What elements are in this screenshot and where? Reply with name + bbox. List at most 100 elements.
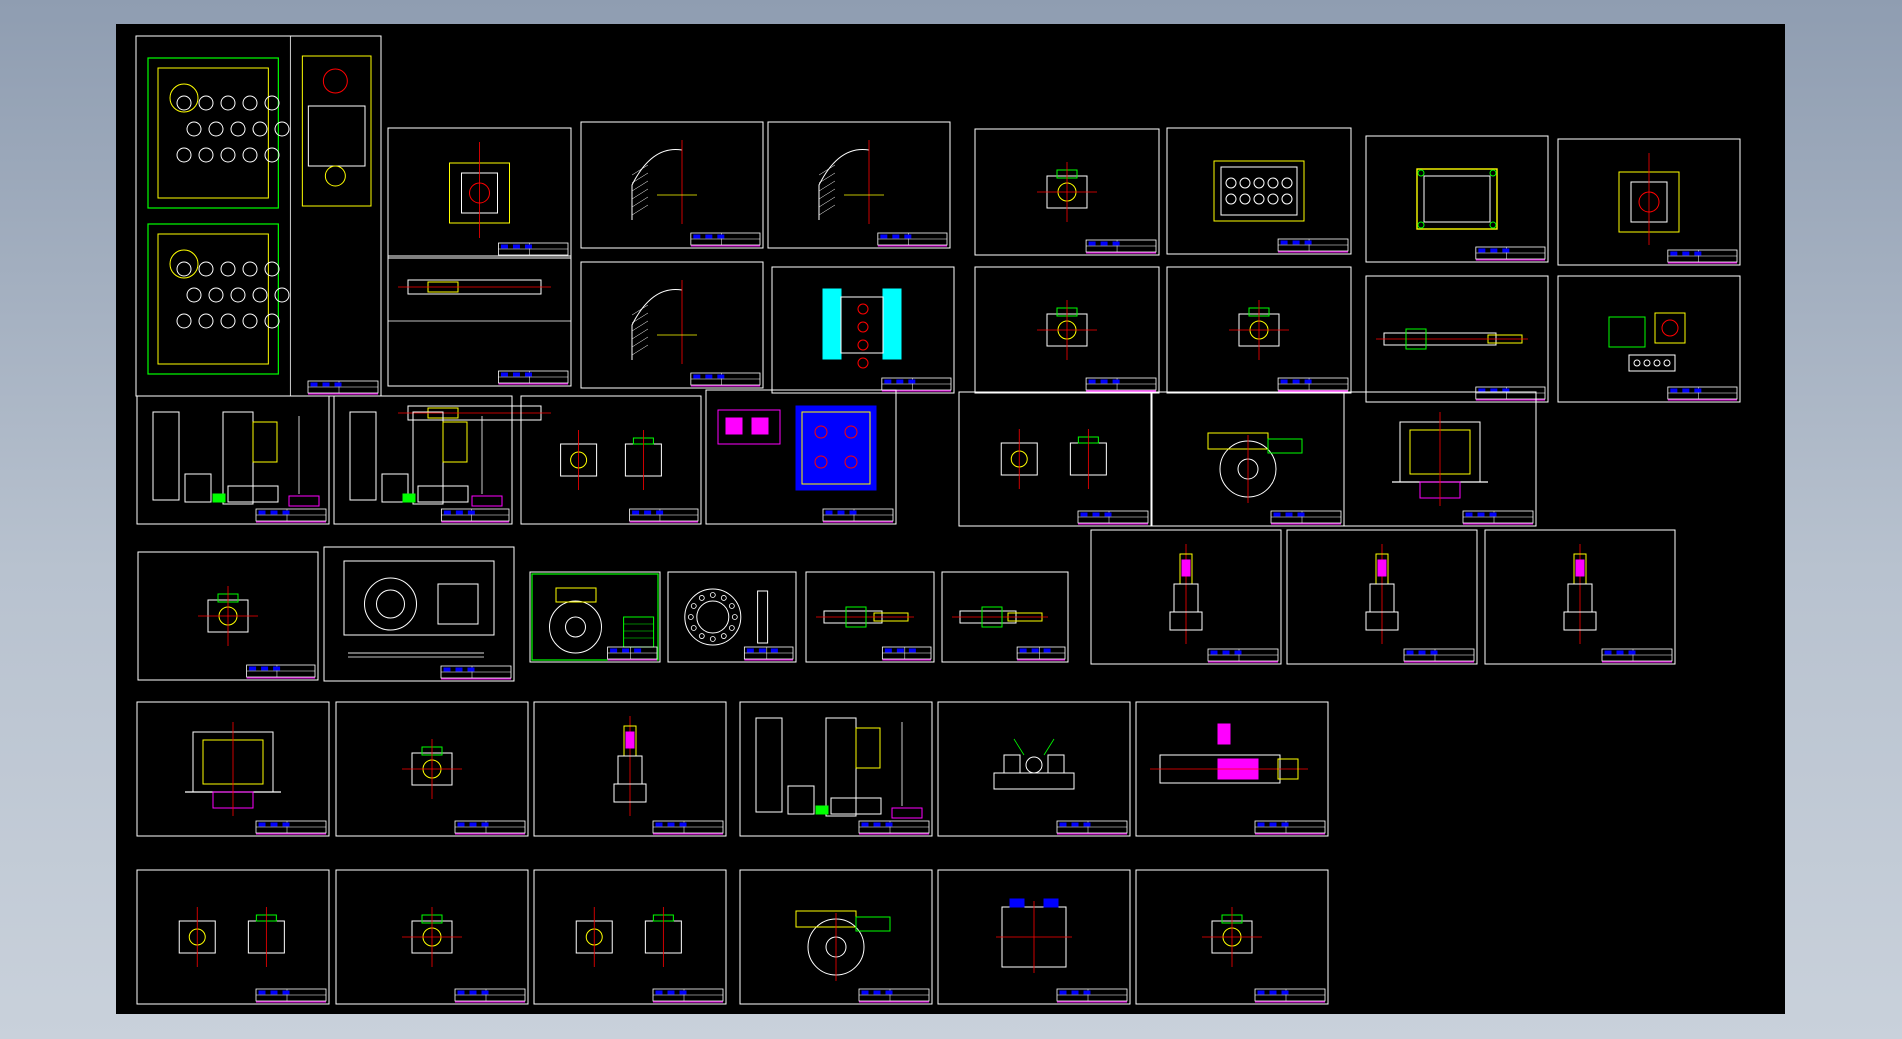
title-block-mark [758,648,766,653]
drawing-sheet[interactable] [1166,127,1352,255]
cad-model-space[interactable] [116,24,1785,1014]
drawing-sheet[interactable] [580,121,764,249]
drawing-line [1003,754,1021,774]
title-block-mark [1059,990,1067,995]
drawing-sheet[interactable] [937,701,1131,837]
sheet-border [1557,275,1741,403]
title-block-mark [693,374,701,379]
title-block-mark [896,648,904,653]
drawing-circle [728,625,735,631]
title-block-mark [908,648,916,653]
drawing-circle [1417,169,1425,177]
drawing-sheet[interactable] [136,869,330,1005]
drawing-sheet[interactable] [941,571,1069,663]
title-block-mark [849,510,857,515]
title-block-mark [1043,648,1051,653]
drawing-circle [220,261,236,277]
drawing-sheet[interactable] [387,127,572,259]
drawing-sheet[interactable] [323,546,515,682]
drawing-circle [264,95,280,111]
drawing-circle [1633,359,1641,367]
drawing-sheet[interactable] [1135,869,1329,1005]
drawing-line [795,405,877,491]
drawing-sheet[interactable] [705,389,897,525]
sheet-border [520,395,702,525]
title-block-mark [1019,648,1027,653]
title-block-mark [717,374,725,379]
hatch-line [631,180,649,192]
drawing-sheet[interactable] [1151,391,1345,527]
drawing-sheet[interactable] [387,255,572,421]
drawing-sheet[interactable] [136,395,330,525]
drawing-sheet[interactable] [805,571,935,663]
drawing-circle [252,287,268,303]
title-block-mark [1502,248,1510,253]
title-block-mark [1285,512,1293,517]
drawing-line [1220,166,1298,216]
title-block-mark [455,510,463,515]
drawing-circle [857,357,869,369]
title-block-mark [270,822,278,827]
drawing-circle [1225,177,1237,189]
title-block-mark [746,648,754,653]
drawing-sheet[interactable] [135,35,382,397]
title-block-mark [770,648,778,653]
drawing-sheet[interactable] [1135,701,1329,837]
drawing-sheet[interactable] [533,701,727,837]
title-block-mark [1418,650,1426,655]
drawing-sheet[interactable] [667,571,797,663]
drawing-sheet[interactable] [137,551,319,681]
title-block-mark [1234,650,1242,655]
drawing-line [471,495,503,507]
drawing-sheet[interactable] [958,391,1152,527]
drawing-sheet[interactable] [335,701,529,837]
drawing-sheet[interactable] [529,571,661,663]
drawing-sheet[interactable] [520,395,702,525]
drawing-line [1628,354,1676,372]
drawing-sheet[interactable] [974,266,1160,394]
drawing-sheet[interactable] [580,261,764,389]
title-block-mark [443,510,451,515]
drawing-sheet[interactable] [1166,266,1352,394]
drawing-sheet[interactable] [739,869,933,1005]
title-block-mark [667,822,675,827]
drawing-circle [169,249,199,279]
hatch-line [631,312,649,324]
drawing-sheet[interactable] [974,128,1160,256]
drawing-sheet[interactable] [335,869,529,1005]
title-block-mark [270,510,278,515]
drawing-line [1043,898,1059,908]
drawing-line [1575,559,1585,577]
drawing-sheet[interactable] [533,869,727,1005]
drawing-sheets-layer [135,35,1741,1005]
sheet-border [533,869,727,1005]
drawing-sheet[interactable] [1365,135,1549,263]
drawing-sheet[interactable] [739,701,933,837]
drawing-sheet[interactable] [136,701,330,837]
drawing-line [288,495,320,507]
drawing-sheet[interactable] [1343,391,1537,527]
drawing-sheet[interactable] [771,266,955,394]
drawing-sheet[interactable] [1286,529,1478,665]
title-block-mark [270,990,278,995]
title-block-mark [1292,379,1300,384]
drawing-line [1207,432,1269,450]
title-block-mark [1292,240,1300,245]
drawing-sheet[interactable] [1365,275,1549,403]
drawing-sheet[interactable] [1090,529,1282,665]
title-block-mark [512,244,520,249]
section-contour [631,148,683,220]
drawing-sheet[interactable] [1557,275,1741,403]
drawing-circle [364,577,417,631]
title-block-mark [1059,822,1067,827]
drawing-sheet[interactable] [1557,138,1741,266]
title-block-mark [693,234,701,239]
drawing-circle [264,313,280,329]
drawing-sheet[interactable] [333,395,513,525]
drawing-circle [690,625,697,631]
drawing-sheet[interactable] [1484,529,1676,665]
drawing-sheet[interactable] [937,869,1131,1005]
title-block-mark [873,990,881,995]
drawing-sheet[interactable] [767,121,951,249]
drawing-circle [698,633,705,639]
